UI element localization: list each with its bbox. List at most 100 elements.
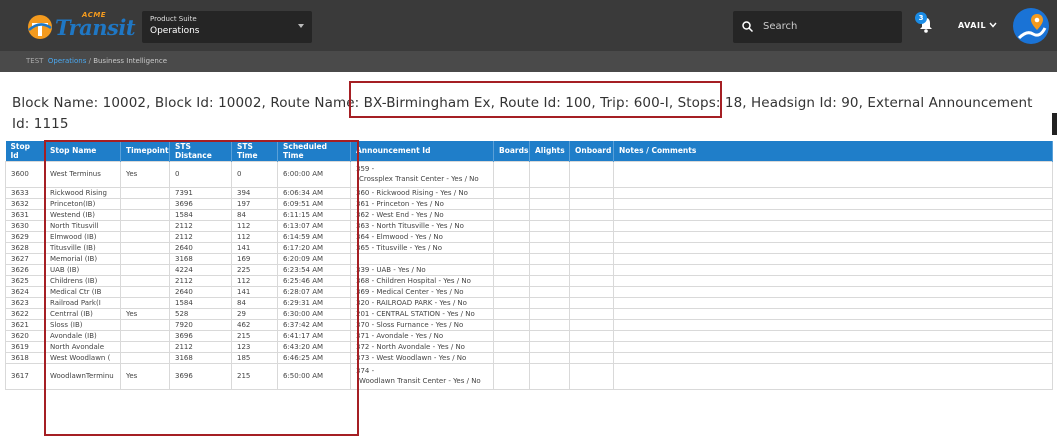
- table-cell[interactable]: [529, 208, 570, 221]
- table-cell[interactable]: [613, 186, 1053, 199]
- user-menu[interactable]: AVAIL: [958, 21, 986, 30]
- table-cell[interactable]: [529, 252, 570, 265]
- table-cell[interactable]: [493, 197, 530, 210]
- table-cell[interactable]: [493, 318, 530, 331]
- column-header[interactable]: Alights: [529, 141, 570, 161]
- table-cell[interactable]: [613, 241, 1053, 254]
- table-cell[interactable]: [613, 296, 1053, 309]
- table-cell[interactable]: [613, 263, 1053, 276]
- avatar[interactable]: [1013, 8, 1049, 44]
- table-row[interactable]: 3617 WoodlawnTerminu Yes 3696 215 6:50:00 AM 3…: [5, 362, 1053, 390]
- breadcrumb-link-operations[interactable]: Operations: [48, 57, 86, 65]
- table-cell[interactable]: [569, 307, 614, 320]
- table-cell[interactable]: [529, 296, 570, 309]
- table-cell[interactable]: [569, 263, 614, 276]
- table-cell[interactable]: [493, 285, 530, 298]
- table-cell[interactable]: [613, 318, 1053, 331]
- table-cell[interactable]: [569, 252, 614, 265]
- search-input[interactable]: Search: [763, 21, 797, 32]
- table-cell[interactable]: [569, 197, 614, 210]
- table-row[interactable]: 3630 North Titusvill 2112 112 6:13:07 AM 363 …: [5, 219, 1053, 232]
- table-cell[interactable]: [569, 362, 614, 390]
- table-cell[interactable]: [569, 340, 614, 353]
- table-cell[interactable]: [569, 241, 614, 254]
- table-cell[interactable]: [493, 208, 530, 221]
- search-box[interactable]: Search: [733, 11, 902, 43]
- table-cell[interactable]: [529, 307, 570, 320]
- column-header[interactable]: Stop Id: [5, 141, 45, 161]
- table-cell[interactable]: [569, 230, 614, 243]
- table-cell[interactable]: [529, 351, 570, 364]
- chevron-down-icon[interactable]: [989, 22, 997, 28]
- table-cell[interactable]: [613, 208, 1053, 221]
- table-row[interactable]: 3629 Elmwood (IB) 2112 112 6:14:59 AM 364 - E…: [5, 230, 1053, 243]
- table-cell[interactable]: [529, 263, 570, 276]
- table-cell[interactable]: [529, 186, 570, 199]
- table-cell[interactable]: [493, 340, 530, 353]
- column-header[interactable]: Scheduled Time: [277, 141, 351, 161]
- table-row[interactable]: 3621 Sloss (IB) 7920 462 6:37:42 AM 370 - Slo…: [5, 318, 1053, 331]
- column-header[interactable]: Timepoint: [120, 141, 170, 161]
- product-suite-dropdown[interactable]: Product Suite Operations: [142, 11, 312, 43]
- table-cell[interactable]: [569, 219, 614, 232]
- table-cell[interactable]: [613, 340, 1053, 353]
- acme-transit-logo[interactable]: ACME Transit: [27, 11, 136, 40]
- table-cell[interactable]: [493, 263, 530, 276]
- column-header[interactable]: STS Distance: [169, 141, 232, 161]
- table-row[interactable]: 3623 Railroad Park(I 1584 84 6:29:31 AM 320 -…: [5, 296, 1053, 309]
- table-cell[interactable]: [569, 208, 614, 221]
- table-cell[interactable]: [529, 241, 570, 254]
- table-cell[interactable]: [529, 329, 570, 342]
- column-header[interactable]: Boards: [493, 141, 530, 161]
- column-header[interactable]: STS Time: [231, 141, 278, 161]
- table-cell[interactable]: [493, 362, 530, 390]
- table-cell[interactable]: [613, 351, 1053, 364]
- column-header[interactable]: Announcement Id: [350, 141, 494, 161]
- table-row[interactable]: 3627 Memorial (IB) 3168 169 6:20:09 AM: [5, 252, 1053, 265]
- table-row[interactable]: 3624 Medical Ctr (IB 2640 141 6:28:07 AM 369 …: [5, 285, 1053, 298]
- table-cell[interactable]: [529, 197, 570, 210]
- table-cell[interactable]: [613, 230, 1053, 243]
- table-cell[interactable]: [569, 160, 614, 188]
- table-cell[interactable]: [493, 252, 530, 265]
- table-cell[interactable]: [613, 197, 1053, 210]
- table-cell[interactable]: [493, 296, 530, 309]
- table-cell[interactable]: [613, 285, 1053, 298]
- table-row[interactable]: 3631 Westend (IB) 1584 84 6:11:15 AM 362 - We…: [5, 208, 1053, 221]
- table-cell[interactable]: [569, 351, 614, 364]
- table-cell[interactable]: [613, 274, 1053, 287]
- table-cell[interactable]: [529, 230, 570, 243]
- table-cell[interactable]: [529, 274, 570, 287]
- table-cell[interactable]: [569, 318, 614, 331]
- table-row[interactable]: 3625 Childrens (IB) 2112 112 6:25:46 AM 368 -…: [5, 274, 1053, 287]
- table-cell[interactable]: [529, 318, 570, 331]
- column-header[interactable]: Onboard: [569, 141, 614, 161]
- table-row[interactable]: 3622 Centrral (IB) Yes 528 29 6:30:00 AM 201 -…: [5, 307, 1053, 320]
- table-row[interactable]: 3600 West Terminus Yes 0 0 6:00:00 AM 359 - Cro…: [5, 160, 1053, 188]
- table-cell[interactable]: [529, 340, 570, 353]
- table-cell[interactable]: [569, 186, 614, 199]
- table-cell[interactable]: [569, 285, 614, 298]
- table-cell[interactable]: [493, 307, 530, 320]
- table-cell[interactable]: [493, 351, 530, 364]
- table-row[interactable]: 3618 West Woodlawn (3168 185 6:46:25 AM 373 …: [5, 351, 1053, 364]
- table-cell[interactable]: [529, 285, 570, 298]
- table-row[interactable]: 3632 Princeton(IB) 3696 197 6:09:51 AM 361 - …: [5, 197, 1053, 210]
- table-cell[interactable]: [569, 329, 614, 342]
- table-cell[interactable]: [493, 274, 530, 287]
- table-cell[interactable]: [529, 362, 570, 390]
- table-cell[interactable]: [569, 274, 614, 287]
- table-cell[interactable]: [569, 296, 614, 309]
- table-cell[interactable]: [613, 160, 1053, 188]
- table-cell[interactable]: [529, 160, 570, 188]
- scrollbar-thumb[interactable]: [1052, 113, 1057, 135]
- table-row[interactable]: 3628 Titusville (IB) 2640 141 6:17:20 AM 365 …: [5, 241, 1053, 254]
- table-cell[interactable]: [493, 230, 530, 243]
- table-row[interactable]: 3626 UAB (IB) 4224 225 6:23:54 AM 339 - UAB -…: [5, 263, 1053, 276]
- table-row[interactable]: 3620 Avondale (IB) 3696 215 6:41:17 AM 371 - …: [5, 329, 1053, 342]
- table-row[interactable]: 3619 North Avondale 2112 123 6:43:20 AM 372 -…: [5, 340, 1053, 353]
- table-cell[interactable]: [493, 186, 530, 199]
- table-cell[interactable]: [613, 307, 1053, 320]
- table-cell[interactable]: [613, 329, 1053, 342]
- table-cell[interactable]: [493, 329, 530, 342]
